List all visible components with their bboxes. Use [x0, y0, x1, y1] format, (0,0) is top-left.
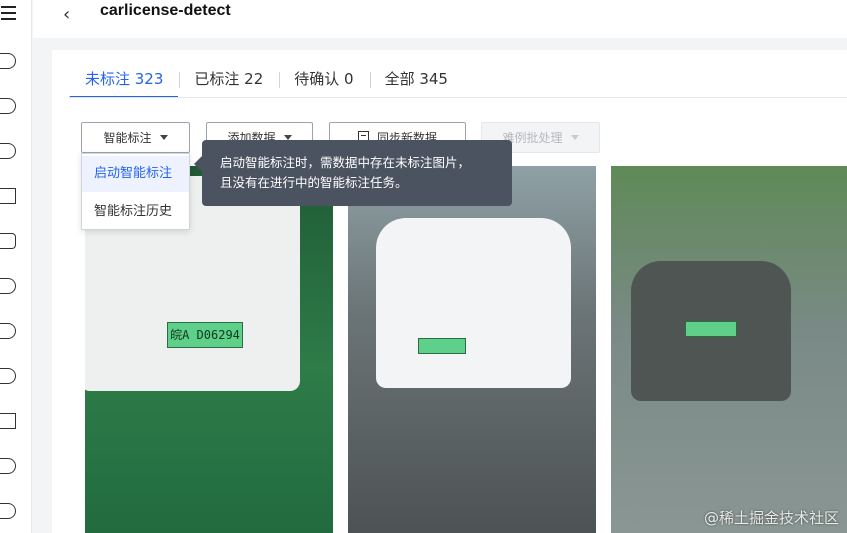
- tooltip-line-1: 启动智能标注时，需数据中存在未标注图片，: [220, 155, 471, 170]
- main-panel: 未标注 323 已标注 22 待确认 0 全部 345 智能标注 添加数据 同步…: [52, 50, 847, 533]
- tab-divider: [69, 97, 847, 98]
- left-nav: [0, 0, 32, 533]
- image-card-3[interactable]: @稀土掘金技术社区: [611, 166, 847, 533]
- tab-all[interactable]: 全部 345: [369, 64, 463, 98]
- cloud-upload-icon[interactable]: [0, 323, 16, 339]
- top-header: ‹ carlicense-detect: [33, 0, 847, 38]
- cluster-icon[interactable]: [0, 503, 16, 519]
- page-title: carlicense-detect: [100, 2, 231, 19]
- license-plate: [685, 321, 737, 337]
- cloud-monitor-icon[interactable]: [0, 368, 16, 384]
- smart-label-text: 智能标注: [103, 131, 152, 145]
- network-icon[interactable]: [0, 188, 16, 204]
- cloud-sync-icon[interactable]: [0, 278, 16, 294]
- image-icon[interactable]: [0, 233, 16, 249]
- back-arrow-icon[interactable]: ‹: [63, 4, 70, 25]
- license-plate: [418, 338, 466, 354]
- dropdown-item-smart-label-history[interactable]: 智能标注历史: [82, 194, 189, 230]
- caret-down-icon: [159, 135, 168, 140]
- tab-pending[interactable]: 待确认 0: [278, 64, 368, 98]
- car-image: [376, 218, 571, 388]
- tooltip: 启动智能标注时，需数据中存在未标注图片， 且没有在进行中的智能标注任务。: [194, 140, 512, 206]
- flag-icon[interactable]: [0, 413, 16, 429]
- menu-icon[interactable]: [0, 0, 18, 26]
- watermark: @稀土掘金技术社区: [703, 509, 839, 527]
- cloud-server-icon[interactable]: [0, 143, 16, 159]
- smart-label-button[interactable]: 智能标注: [81, 122, 190, 153]
- tab-unlabeled[interactable]: 未标注 323: [69, 64, 179, 98]
- tab-bar: 未标注 323 已标注 22 待确认 0 全部 345: [69, 64, 463, 98]
- cloud-storage-icon[interactable]: [0, 53, 16, 69]
- image-card-2[interactable]: [348, 166, 596, 533]
- smart-label-dropdown: 启动智能标注 智能标注历史: [81, 153, 190, 230]
- tab-labeled[interactable]: 已标注 22: [178, 64, 278, 98]
- tooltip-line-2: 且没有在进行中的智能标注任务。: [220, 175, 408, 190]
- cloud-icon[interactable]: [0, 98, 16, 114]
- caret-down-icon: [570, 135, 579, 140]
- dropdown-item-start-smart-label[interactable]: 启动智能标注: [82, 156, 189, 192]
- ip-icon[interactable]: [0, 458, 16, 474]
- license-plate: 皖A D06294: [167, 322, 243, 348]
